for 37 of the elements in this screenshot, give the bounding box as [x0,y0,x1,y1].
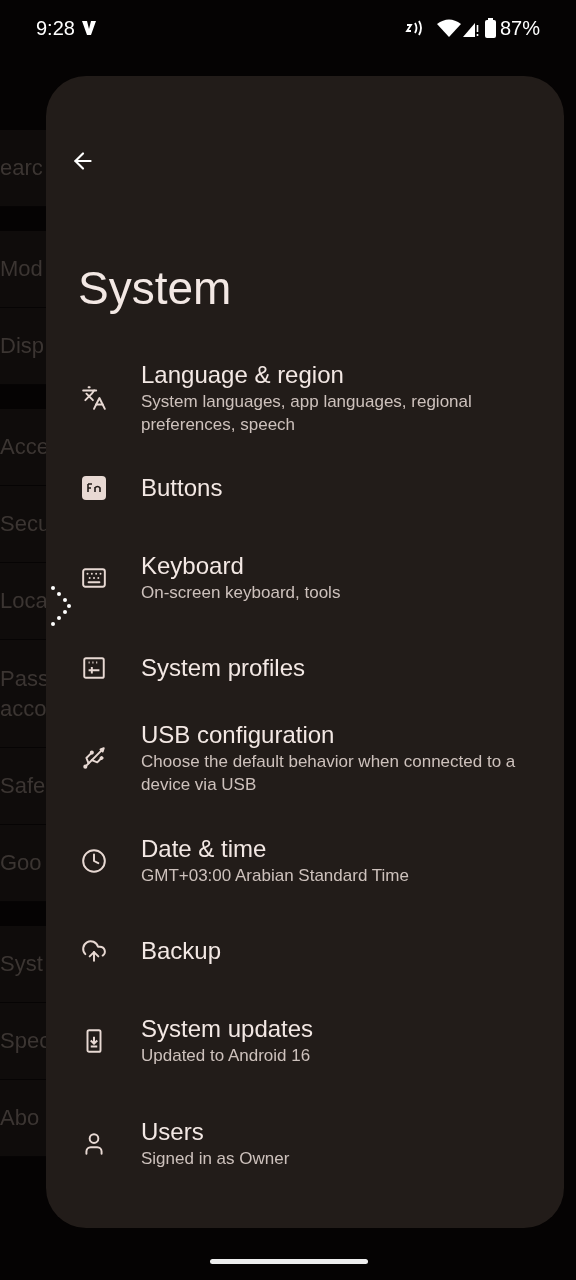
chevron-icon [50,585,72,627]
battery-icon [484,18,496,38]
item-subtitle: Updated to Android 16 [141,1045,312,1067]
item-title: Date & time [141,834,268,864]
item-subtitle: System languages, app languages, regional preferences, speech [141,390,473,436]
usb-icon [80,744,107,771]
item-title: Language & region [141,359,345,390]
translate-icon [80,384,107,411]
notification-icon [80,20,97,36]
item-subtitle: GMT+03:00 Arabian Standard Time [141,865,409,887]
nfc-icon [404,20,425,36]
item-title: Buttons [141,472,223,503]
settings-item[interactable]: Users Signed in as Owner [46,1092,564,1195]
settings-item[interactable]: System profiles [46,629,564,706]
settings-item[interactable]: System updates Updated to Android 16 [46,989,564,1092]
cloud-upload-icon [80,937,107,964]
item-title: System updates [141,1014,314,1044]
item-subtitle: Signed in as Owner [141,1148,290,1170]
function-key-icon [81,475,106,500]
settings-item[interactable]: Keyboard On-screen keyboard, tools [46,526,564,629]
settings-item[interactable]: Backup [46,912,564,989]
item-title: Keyboard [141,551,245,581]
profiles-icon [80,654,107,681]
item-title: USB configuration [141,719,336,750]
item-title: Users [141,1117,205,1147]
item-subtitle: On-screen keyboard, tools [141,582,341,604]
settings-item[interactable]: Language & region System languages, app languages, regional preferences, speech [46,346,564,449]
battery-percentage: 87% [499,16,540,41]
settings-item[interactable]: Date & time GMT+03:00 Arabian Standard Time [46,809,564,912]
item-subtitle: Choose the default behavior when connected to a device via USB [141,750,517,796]
item-title: Backup [141,935,222,966]
item-title: System profiles [141,652,306,683]
page-title: System [77,261,233,316]
clock-time: 9:28 [36,16,75,41]
settings-item[interactable]: USB configuration Choose the default behavior when connected to a device via USB [46,706,564,809]
settings-item[interactable]: Buttons [46,449,564,526]
clock-icon [80,847,107,874]
